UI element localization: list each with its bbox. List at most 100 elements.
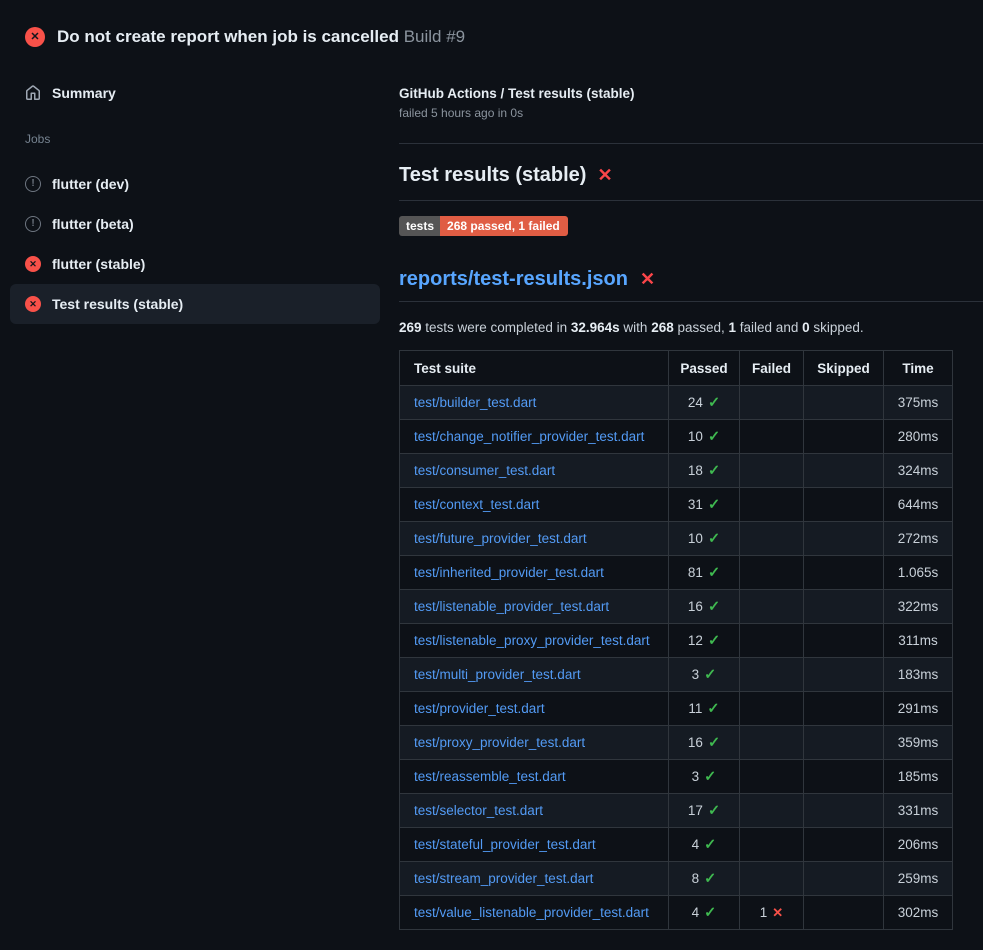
summary-segment: failed and: [736, 320, 802, 335]
sidebar-item-summary[interactable]: Summary: [10, 74, 380, 112]
sidebar-item-flutter-beta[interactable]: !flutter (beta): [10, 204, 380, 244]
check-icon: ✓: [704, 769, 716, 785]
test-suite-link[interactable]: test/inherited_provider_test.dart: [414, 565, 604, 580]
test-suite-link[interactable]: test/future_provider_test.dart: [414, 531, 587, 546]
failed-cell: [740, 760, 804, 794]
failed-status-icon: ✕: [25, 296, 41, 312]
skipped-cell: [804, 522, 884, 556]
report-file-link[interactable]: reports/test-results.json: [399, 266, 628, 292]
test-suite-cell: test/stream_provider_test.dart: [400, 862, 669, 896]
check-icon: ✓: [708, 531, 720, 547]
test-suite-link[interactable]: test/consumer_test.dart: [414, 463, 555, 478]
passed-count: 10: [688, 531, 703, 546]
failed-cell: [740, 454, 804, 488]
sidebar-item-label: Test results (stable): [52, 294, 183, 314]
sidebar-item-flutter-stable[interactable]: ✕flutter (stable): [10, 244, 380, 284]
time-cell: 311ms: [884, 624, 953, 658]
sidebar-item-label: flutter (dev): [52, 174, 129, 194]
test-suite-link[interactable]: test/listenable_provider_test.dart: [414, 599, 609, 614]
failed-cell: [740, 624, 804, 658]
sidebar-item-label: Summary: [52, 83, 116, 103]
summary-segment: 268: [651, 320, 674, 335]
time-cell: 259ms: [884, 862, 953, 896]
passed-cell: 81✓: [669, 556, 740, 590]
column-header-test-suite: Test suite: [400, 351, 669, 386]
sidebar-item-label: flutter (stable): [52, 254, 145, 274]
passed-count: 81: [688, 565, 703, 580]
failed-cell: [740, 488, 804, 522]
test-suite-link[interactable]: test/stream_provider_test.dart: [414, 871, 593, 886]
test-suite-cell: test/inherited_provider_test.dart: [400, 556, 669, 590]
test-suite-link[interactable]: test/value_listenable_provider_test.dart: [414, 905, 649, 920]
badge-label: tests: [399, 216, 440, 236]
passed-count: 3: [692, 769, 700, 784]
check-icon: ✓: [704, 837, 716, 853]
time-cell: 331ms: [884, 794, 953, 828]
failed-cell: [740, 828, 804, 862]
test-suite-link[interactable]: test/context_test.dart: [414, 497, 539, 512]
table-row: test/inherited_provider_test.dart 81✓ 1.06…: [400, 556, 953, 590]
sidebar-item-test-results-stable[interactable]: ✕ Test results (stable): [10, 284, 380, 324]
passed-cell: 3✓: [669, 760, 740, 794]
check-icon: ✓: [704, 667, 716, 683]
divider: [399, 200, 983, 201]
table-row: test/selector_test.dart17✓331ms: [400, 794, 953, 828]
check-icon: ✓: [708, 735, 720, 751]
time-cell: 291ms: [884, 692, 953, 726]
test-suite-link[interactable]: test/selector_test.dart: [414, 803, 543, 818]
failed-cell: [740, 658, 804, 692]
time-cell: 1.065s: [884, 556, 953, 590]
divider: [399, 143, 983, 144]
time-cell: 272ms: [884, 522, 953, 556]
tests-badge: tests 268 passed, 1 failed: [399, 216, 568, 236]
passed-count: 8: [692, 871, 700, 886]
test-suite-link[interactable]: test/reassemble_test.dart: [414, 769, 566, 784]
passed-cell: 24✓: [669, 386, 740, 420]
test-suite-link[interactable]: test/proxy_provider_test.dart: [414, 735, 585, 750]
test-suite-link[interactable]: test/listenable_proxy_provider_test.dart: [414, 633, 650, 648]
check-icon: ✓: [708, 599, 720, 615]
skipped-cell: [804, 760, 884, 794]
badge-value: 268 passed, 1 failed: [440, 216, 568, 236]
passed-cell: 4✓: [669, 828, 740, 862]
skipped-cell: [804, 624, 884, 658]
table-row: test/builder_test.dart24✓375ms: [400, 386, 953, 420]
build-number: Build #9: [404, 27, 465, 46]
summary-segment: with: [620, 320, 652, 335]
table-row: test/stateful_provider_test.dart4✓206ms: [400, 828, 953, 862]
passed-count: 4: [692, 905, 700, 920]
test-suite-link[interactable]: test/multi_provider_test.dart: [414, 667, 581, 682]
test-suite-link[interactable]: test/builder_test.dart: [414, 395, 536, 410]
time-cell: 302ms: [884, 896, 953, 930]
skipped-cell: [804, 794, 884, 828]
test-suite-link[interactable]: test/change_notifier_provider_test.dart: [414, 429, 644, 444]
test-suite-link[interactable]: test/provider_test.dart: [414, 701, 545, 716]
status-line: failed 5 hours ago in 0s: [399, 106, 983, 120]
skipped-cell: [804, 828, 884, 862]
check-icon: ✓: [704, 905, 716, 921]
passed-count: 16: [688, 599, 703, 614]
test-suite-link[interactable]: test/stateful_provider_test.dart: [414, 837, 596, 852]
build-header: ✕ Do not create report when job is cance…: [0, 0, 983, 56]
column-header-time: Time: [884, 351, 953, 386]
skipped-cell: [804, 488, 884, 522]
failed-cell: [740, 590, 804, 624]
passed-count: 18: [688, 463, 703, 478]
sidebar-item-flutter-dev[interactable]: !flutter (dev): [10, 164, 380, 204]
passed-cell: 10 ✓: [669, 522, 740, 556]
table-row: test/listenable_provider_test.dart16✓322…: [400, 590, 953, 624]
summary-segment: 32.964s: [571, 320, 620, 335]
check-icon: ✓: [708, 633, 720, 649]
check-icon: ✓: [708, 803, 720, 819]
failed-x-icon: ✕: [640, 270, 655, 288]
test-suite-cell: test/reassemble_test.dart: [400, 760, 669, 794]
table-row: test/proxy_provider_test.dart16✓359ms: [400, 726, 953, 760]
page-title: Do not create report when job is cancell…: [57, 27, 465, 47]
time-cell: 185ms: [884, 760, 953, 794]
test-suite-cell: test/future_provider_test.dart: [400, 522, 669, 556]
cancelled-status-icon: !: [25, 216, 41, 232]
failed-cell: 1✕: [740, 896, 804, 930]
failed-cell: [740, 386, 804, 420]
failed-cell: [740, 420, 804, 454]
time-cell: 280ms: [884, 420, 953, 454]
